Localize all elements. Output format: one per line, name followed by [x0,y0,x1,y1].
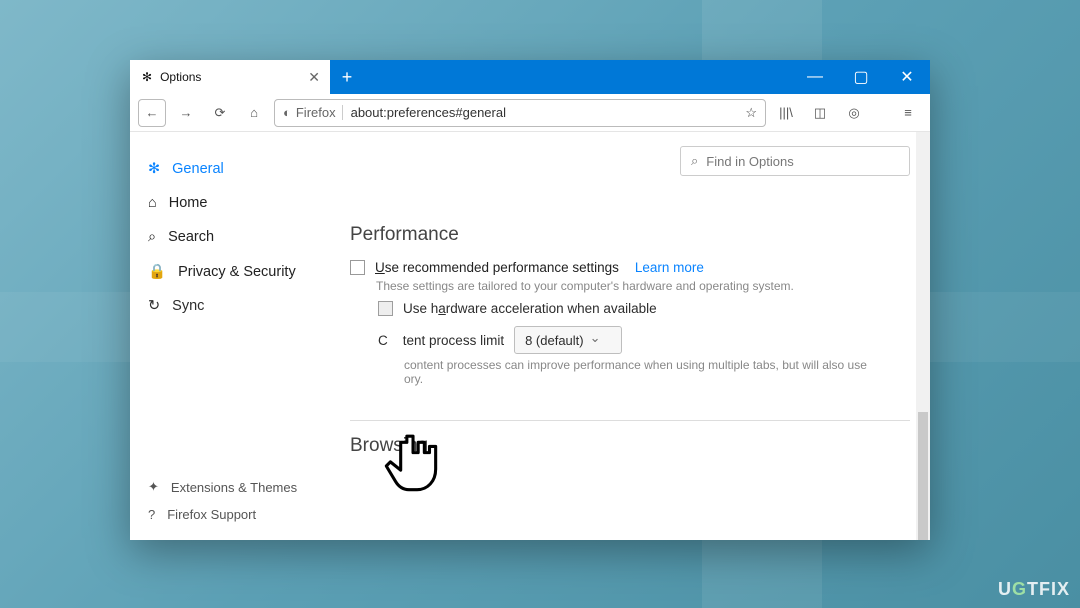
new-tab-button[interactable]: + [330,60,364,94]
sidebar-item-label: Home [169,195,208,211]
sidebar-item-label: Firefox Support [167,507,256,522]
process-limit-label: Content process limit [378,333,504,348]
gear-icon: ✻ [148,161,160,177]
forward-button[interactable]: → [172,99,200,127]
titlebar: ✻ Options ✕ + — ▢ ✕ [130,60,930,94]
find-in-options[interactable]: ⌕ Find in Options [680,146,910,176]
learn-more-link[interactable]: Learn more [635,260,704,275]
process-limit-select[interactable]: 8 (default) [514,326,621,354]
watermark: UGTFIX [998,579,1070,600]
process-limit-hint: content processes can improve performanc… [404,358,910,386]
home-button[interactable]: ⌂ [240,99,268,127]
scrollbar[interactable] [916,132,930,540]
lock-icon: 🔒 [148,263,166,280]
back-button[interactable]: ← [138,99,166,127]
sidebar-item-sync[interactable]: ↻ Sync [148,289,350,323]
main-panel: ⌕ Find in Options Performance Use recomm… [350,132,930,540]
library-button[interactable]: |||\ [772,99,800,127]
url-text: about:preferences#general [351,105,506,120]
sidebar-item-label: Search [168,229,214,245]
search-icon: ⌕ [691,153,698,169]
content-area: ✻ General ⌂ Home ⌕ Search 🔒 Privacy & Se… [130,132,930,540]
gear-icon: ✻ [142,70,152,84]
sidebar-item-extensions[interactable]: ✦ Extensions & Themes [148,473,350,501]
firefox-badge: ◐ Firefox [283,105,343,120]
performance-heading: Performance [350,224,910,246]
help-icon: ? [148,507,155,522]
bookmark-star-icon[interactable]: ☆ [745,105,757,121]
hw-accel-row[interactable]: Use hardware acceleration when available [378,301,910,316]
hw-accel-checkbox[interactable] [378,301,393,316]
search-placeholder: Find in Options [706,154,793,169]
account-button[interactable]: ◎ [840,99,868,127]
close-tab-icon[interactable]: ✕ [308,69,320,86]
close-window-button[interactable]: ✕ [884,60,930,94]
preferences-sidebar: ✻ General ⌂ Home ⌕ Search 🔒 Privacy & Se… [130,132,350,540]
firefox-icon: ◐ [283,105,291,120]
search-icon: ⌕ [148,229,156,245]
minimize-button[interactable]: — [792,60,838,94]
menu-button[interactable]: ≡ [894,99,922,127]
sidebar-item-label: Sync [172,298,204,314]
firefox-window: ✻ Options ✕ + — ▢ ✕ ← → ⟳ ⌂ ◐ Firefox [130,60,930,540]
sync-icon: ↻ [148,298,160,314]
recommended-hint: These settings are tailored to your comp… [376,279,910,293]
puzzle-icon: ✦ [148,479,159,495]
sidebar-item-label: Extensions & Themes [171,480,297,495]
scroll-thumb[interactable] [918,412,928,540]
tab-label: Options [160,70,201,84]
maximize-button[interactable]: ▢ [838,60,884,94]
navbar: ← → ⟳ ⌂ ◐ Firefox about:preferences#gene… [130,94,930,132]
sidebar-item-label: General [172,161,224,177]
recommended-checkbox[interactable] [350,260,365,275]
sidebar-item-support[interactable]: ? Firefox Support [148,501,350,528]
sidebar-item-search[interactable]: ⌕ Search [148,220,350,254]
sidebar-item-label: Privacy & Security [178,264,296,280]
browser-tab-options[interactable]: ✻ Options ✕ [130,60,330,94]
browsing-heading: Browsing [350,420,910,457]
sidebar-item-home[interactable]: ⌂ Home [148,186,350,220]
sidebar-item-privacy[interactable]: 🔒 Privacy & Security [148,254,350,289]
reload-button[interactable]: ⟳ [206,99,234,127]
window-controls: — ▢ ✕ [792,60,930,94]
sidebar-toggle-button[interactable]: ◫ [806,99,834,127]
recommended-settings-row[interactable]: Use recommended performance settings Lea… [350,260,910,275]
url-bar[interactable]: ◐ Firefox about:preferences#general ☆ [274,99,766,127]
home-icon: ⌂ [148,195,157,211]
sidebar-item-general[interactable]: ✻ General [148,152,350,186]
process-limit-row: Content process limit 8 (default) [378,326,910,354]
